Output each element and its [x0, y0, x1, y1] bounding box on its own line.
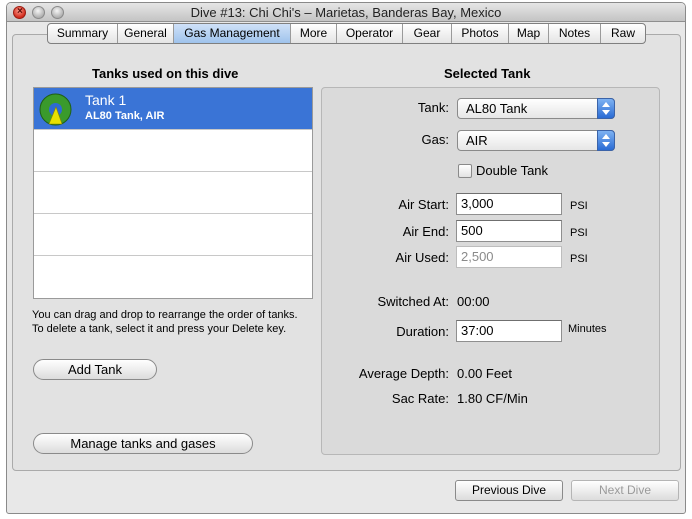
air-used-field: 2,500	[456, 246, 562, 268]
list-item[interactable]	[34, 256, 312, 298]
tab-notes[interactable]: Notes	[549, 24, 601, 43]
switched-at-value: 00:00	[457, 294, 490, 309]
tab-photos[interactable]: Photos	[452, 24, 509, 43]
gas-label: Gas:	[421, 132, 449, 147]
tank-select-value: AL80 Tank	[466, 101, 528, 116]
average-depth-label: Average Depth:	[358, 366, 449, 381]
tank-select[interactable]: AL80 Tank	[457, 98, 615, 119]
tab-general[interactable]: General	[118, 24, 174, 43]
average-depth-value: 0.00 Feet	[457, 366, 512, 381]
selected-tank-heading: Selected Tank	[444, 66, 531, 81]
tank-name: Tank 1	[85, 92, 127, 108]
air-end-field[interactable]: 500	[456, 220, 562, 242]
list-item[interactable]	[34, 214, 312, 256]
drag-drop-help-text: You can drag and drop to rearrange the o…	[32, 309, 298, 335]
tank-list[interactable]: Tank 1 AL80 Tank, AIR	[33, 87, 313, 299]
up-down-arrows-icon	[597, 130, 615, 151]
tab-more[interactable]: More	[291, 24, 337, 43]
air-end-label: Air End:	[402, 224, 449, 239]
air-used-unit: PSI	[570, 253, 588, 265]
previous-dive-button[interactable]: Previous Dive	[455, 480, 563, 501]
tab-raw[interactable]: Raw	[601, 24, 645, 43]
double-tank-label: Double Tank	[476, 163, 549, 178]
window-title: Dive #13: Chi Chi's – Marietas, Banderas…	[190, 5, 502, 20]
tab-map[interactable]: Map	[509, 24, 549, 43]
air-start-label: Air Start:	[398, 197, 449, 212]
double-tank-checkbox[interactable]	[458, 164, 472, 178]
air-end-unit: PSI	[570, 227, 588, 239]
air-used-label: Air Used:	[395, 250, 449, 265]
list-item[interactable]	[34, 130, 312, 172]
tab-gas-management[interactable]: Gas Management	[174, 24, 291, 43]
air-start-unit: PSI	[570, 200, 588, 212]
up-down-arrows-icon	[597, 98, 615, 119]
title-bar[interactable]: × Dive #13: Chi Chi's – Marietas, Bander…	[7, 3, 685, 22]
tank-list-row-selected[interactable]: Tank 1 AL80 Tank, AIR	[34, 88, 312, 130]
tanks-heading: Tanks used on this dive	[92, 66, 239, 81]
tank-label: Tank:	[417, 100, 449, 115]
sac-rate-value: 1.80 CF/Min	[457, 391, 528, 406]
tank-gauge-icon	[39, 93, 72, 126]
duration-label: Duration:	[396, 324, 449, 339]
sac-rate-label: Sac Rate:	[391, 391, 449, 406]
tab-bar: Summary General Gas Management More Oper…	[47, 23, 646, 44]
gas-select[interactable]: AIR	[457, 130, 615, 151]
duration-field[interactable]: 37:00	[456, 320, 562, 342]
next-dive-button[interactable]: Next Dive	[571, 480, 679, 501]
air-start-field[interactable]: 3,000	[456, 193, 562, 215]
list-item[interactable]	[34, 172, 312, 214]
app-window: × Dive #13: Chi Chi's – Marietas, Bander…	[6, 2, 686, 514]
add-tank-button[interactable]: Add Tank	[33, 359, 157, 380]
tab-gear[interactable]: Gear	[403, 24, 452, 43]
gas-select-value: AIR	[466, 133, 488, 148]
tab-operator[interactable]: Operator	[337, 24, 403, 43]
manage-tanks-gases-button[interactable]: Manage tanks and gases	[33, 433, 253, 454]
switched-at-label: Switched At:	[377, 294, 449, 309]
duration-unit: Minutes	[568, 323, 607, 335]
tank-description: AL80 Tank, AIR	[85, 110, 165, 122]
tab-summary[interactable]: Summary	[48, 24, 118, 43]
